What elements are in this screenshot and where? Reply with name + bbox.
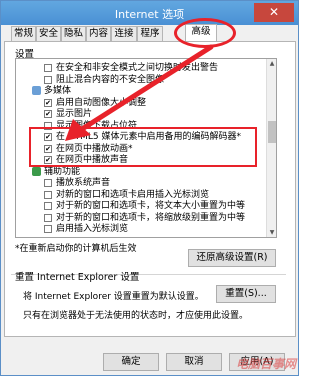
restart-note: *在重新启动你的计算机后生效 <box>15 244 137 254</box>
settings-option[interactable]: 对于新的窗口和选项卡，将缩放级别重置为中等 <box>16 212 266 224</box>
tab-privacy[interactable]: 隐私 <box>61 26 86 41</box>
checkbox[interactable] <box>44 179 52 187</box>
settings-scrollbar[interactable]: ▲ ▼ <box>266 59 276 237</box>
reset-button[interactable]: 重置(S)... <box>216 285 276 303</box>
reset-description: 将 Internet Explorer 设置重置为默认设置。 <box>23 292 204 302</box>
red-arrow-icon <box>65 44 214 141</box>
internet-options-window: Internet 选项 ✕ 常规 安全 隐私 内容 连接 程序 高级 设置 在安… <box>0 0 299 376</box>
tab-content[interactable]: 内容 <box>86 26 111 41</box>
settings-option-label: 对新的窗口和选项卡启用插入光标浏览 <box>56 189 210 200</box>
tab-strip: 常规 安全 隐私 内容 连接 程序 高级 <box>3 24 300 42</box>
checkbox[interactable] <box>44 64 52 72</box>
accessibility-icon <box>32 166 41 176</box>
restore-advanced-button[interactable]: 还原高级设置(R) <box>188 249 276 267</box>
checkbox[interactable] <box>44 202 52 210</box>
checkbox[interactable] <box>44 75 52 84</box>
settings-option-label: 对于新的窗口和选项卡，将缩放级别重置为中等 <box>56 212 246 223</box>
close-button[interactable]: ✕ <box>254 3 294 22</box>
cancel-button[interactable]: 取消 <box>166 353 222 371</box>
settings-option-label: 启用插入光标浏览 <box>56 224 129 234</box>
scroll-thumb[interactable] <box>268 121 276 143</box>
scroll-down-icon[interactable]: ▼ <box>267 228 276 237</box>
settings-option[interactable]: 对于新的窗口和选项卡，将文本大小重置为中等 <box>16 200 266 212</box>
checkbox[interactable] <box>44 225 52 233</box>
checkbox[interactable] <box>44 213 52 222</box>
tab-programs[interactable]: 程序 <box>137 26 163 41</box>
watermark: 电脑百事网 <box>235 357 296 371</box>
settings-option-label: 对于新的窗口和选项卡，将文本大小重置为中等 <box>56 201 246 211</box>
tab-connections[interactable]: 连接 <box>111 26 137 41</box>
settings-option-label: 辅助功能 <box>44 166 81 177</box>
settings-category: 辅助功能 <box>16 166 266 178</box>
tab-general[interactable]: 常规 <box>11 26 36 41</box>
scroll-up-icon[interactable]: ▲ <box>267 59 276 68</box>
checkbox[interactable]: ✔ <box>44 110 52 118</box>
checkbox[interactable] <box>44 190 52 199</box>
settings-option[interactable]: 播放系统声音 <box>16 177 266 189</box>
multimedia-icon <box>32 86 41 95</box>
settings-option[interactable]: 启用插入光标浏览 <box>16 223 266 235</box>
settings-option-label: 播放系统声音 <box>56 178 111 188</box>
ok-button[interactable]: 确定 <box>103 353 159 371</box>
reset-section-title: 重置 Internet Explorer 设置 <box>15 272 140 283</box>
reset-warning: 只有在浏览器处于无法使用的状态时，才应使用此设置。 <box>23 311 249 321</box>
settings-option[interactable]: 对新的窗口和选项卡启用插入光标浏览 <box>16 189 266 201</box>
tab-security[interactable]: 安全 <box>36 26 61 41</box>
title-bar[interactable]: Internet 选项 ✕ <box>1 1 298 25</box>
checkbox[interactable]: ✔ <box>44 98 52 107</box>
